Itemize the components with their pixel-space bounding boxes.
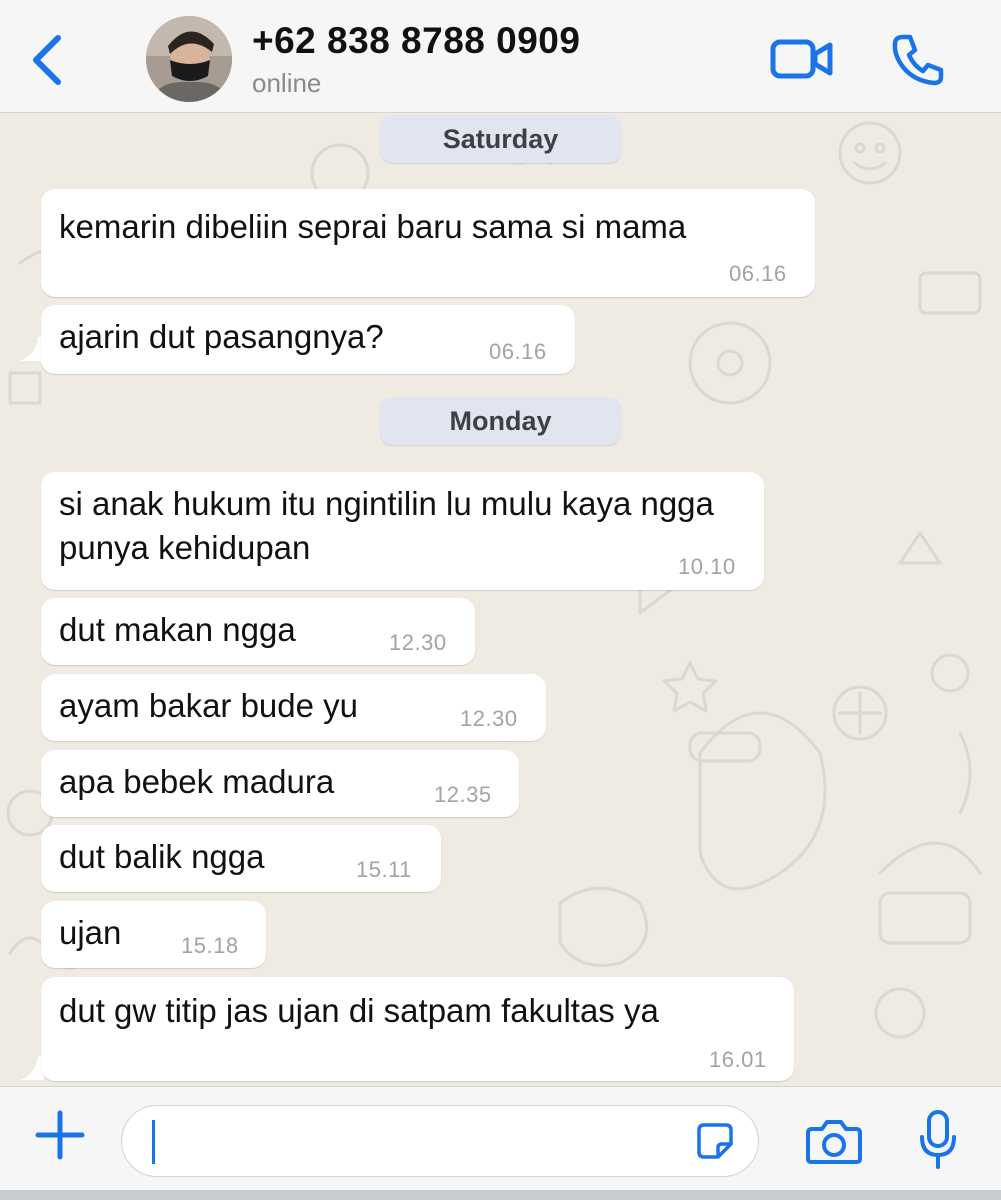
message-text: ujan (59, 914, 122, 951)
contact-name[interactable]: +62 838 8788 0909 (252, 20, 580, 62)
message-text: dut makan ngga (59, 611, 296, 648)
chat-header: +62 838 8788 0909 online (0, 0, 1001, 113)
video-call-icon[interactable] (770, 38, 834, 80)
message-text: dut gw titip jas ujan di satpam fakultas… (59, 992, 659, 1029)
message-bubble[interactable]: ayam bakar bude yu 12.30 (41, 674, 546, 741)
message-input-bar (0, 1086, 1001, 1200)
message-time: 06.16 (729, 261, 787, 286)
microphone-icon[interactable] (918, 1109, 958, 1171)
message-bubble[interactable]: kemarin dibeliin seprai baru sama si mam… (41, 189, 815, 297)
message-time: 10.10 (678, 554, 736, 579)
message-text: ajarin dut pasangnya? (59, 318, 384, 355)
message-bubble[interactable]: ujan 15.18 (41, 901, 266, 968)
message-text: dut balik ngga (59, 838, 265, 875)
message-bubble[interactable]: si anak hukum itu ngintilin lu mulu kaya… (41, 472, 764, 590)
message-time: 15.11 (356, 857, 412, 882)
phone-call-icon[interactable] (890, 34, 944, 86)
avatar[interactable] (146, 16, 232, 102)
back-chevron-icon[interactable] (28, 30, 68, 90)
sticker-icon[interactable] (696, 1122, 734, 1160)
message-time: 12.30 (460, 706, 518, 731)
chat-area[interactable]: Saturday kemarin dibeliin seprai baru sa… (0, 113, 1001, 1086)
message-text: kemarin dibeliin seprai baru sama si mam… (59, 208, 687, 245)
text-caret (152, 1120, 155, 1164)
camera-icon[interactable] (806, 1117, 862, 1165)
plus-icon[interactable] (34, 1109, 86, 1161)
message-input[interactable] (121, 1105, 759, 1177)
message-time: 06.16 (489, 339, 547, 364)
message-time: 12.35 (434, 782, 492, 807)
message-time: 15.18 (181, 933, 239, 958)
message-bubble[interactable]: dut balik ngga 15.11 (41, 825, 441, 892)
message-text: si anak hukum itu ngintilin lu mulu kaya… (59, 485, 714, 566)
message-bubble[interactable]: apa bebek madura 12.35 (41, 750, 519, 817)
message-time: 12.30 (389, 630, 447, 655)
message-bubble[interactable]: dut makan ngga 12.30 (41, 598, 475, 665)
message-text: ayam bakar bude yu (59, 687, 359, 724)
contact-status: online (252, 68, 322, 98)
home-indicator-strip (0, 1190, 1001, 1200)
date-separator: Monday (380, 397, 621, 445)
message-bubble[interactable]: dut gw titip jas ujan di satpam fakultas… (41, 977, 794, 1081)
message-bubble[interactable]: ajarin dut pasangnya? 06.16 (41, 305, 575, 374)
date-separator: Saturday (380, 115, 621, 163)
message-text: apa bebek madura (59, 763, 335, 800)
message-time: 16.01 (709, 1047, 767, 1072)
